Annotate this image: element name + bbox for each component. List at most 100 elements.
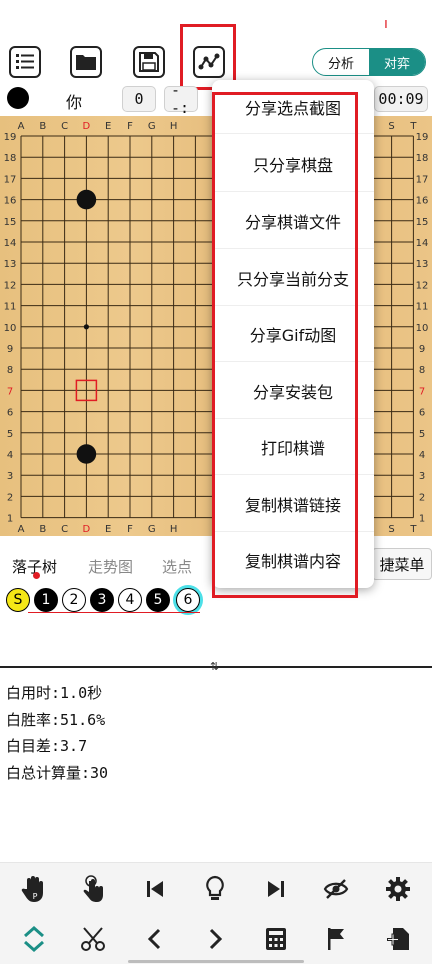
row-label: 16 — [4, 196, 17, 207]
bottom-toolbar: P — [0, 862, 432, 964]
row-label: 9 — [7, 344, 13, 355]
column-label: C — [61, 524, 68, 535]
column-label: H — [170, 524, 178, 535]
column-label: A — [18, 524, 25, 535]
mode-analysis-tab[interactable]: 分析 — [313, 49, 369, 75]
home-indicator — [128, 960, 304, 963]
add-page-button[interactable] — [384, 925, 412, 953]
skip-to-start-icon — [147, 881, 163, 897]
settings-button[interactable] — [384, 875, 412, 903]
row-label: 10 — [416, 323, 429, 334]
open-folder-button[interactable] — [70, 46, 102, 78]
row-label: 10 — [4, 323, 17, 334]
expand-collapse-button[interactable] — [20, 925, 48, 953]
captures-count: 0 — [122, 86, 156, 112]
column-label: S — [388, 121, 394, 132]
list-button[interactable] — [9, 46, 41, 78]
quick-menu-button[interactable]: 捷菜单 — [372, 548, 432, 580]
menu-copy-sgf-link[interactable]: 复制棋谱链接 — [212, 476, 374, 532]
cut-branch-button[interactable] — [79, 925, 107, 953]
next-icon — [209, 928, 223, 950]
row-label: 7 — [7, 386, 13, 397]
column-label: T — [409, 524, 417, 535]
row-label: 1 — [419, 514, 425, 525]
hide-eye-icon — [323, 879, 349, 899]
column-label: E — [105, 121, 111, 132]
row-label: 1 — [7, 514, 13, 525]
menu-share-gif[interactable]: 分享Gif动图 — [212, 306, 374, 362]
tap-mode-button[interactable] — [79, 875, 107, 903]
menu-share-board-only[interactable]: 只分享棋盘 — [212, 136, 374, 192]
stat-visits: 白总计算量:30 — [6, 763, 109, 782]
folder-icon — [76, 55, 96, 70]
skip-to-end-icon — [268, 881, 284, 897]
row-label: 5 — [7, 429, 13, 440]
previous-move-button[interactable] — [141, 925, 169, 953]
row-label: 3 — [7, 471, 13, 482]
game-timer: 00:09 — [374, 86, 428, 112]
row-label: 12 — [416, 280, 429, 291]
menu-copy-sgf-content[interactable]: 复制棋谱内容 — [212, 532, 374, 588]
column-label: F — [127, 121, 133, 132]
column-label: G — [148, 121, 156, 132]
move-node-5[interactable]: 5 — [146, 588, 170, 612]
hint-button[interactable] — [201, 875, 229, 903]
black-stone-indicator — [7, 87, 29, 109]
stat-score: 白目差:3.7 — [6, 737, 88, 755]
move-node-4[interactable]: 4 — [118, 588, 142, 612]
move-node-6[interactable]: 6 — [176, 588, 200, 612]
row-label: 5 — [419, 429, 425, 440]
move-node-2[interactable]: 2 — [62, 588, 86, 612]
tab-select-point[interactable]: 选点 — [162, 556, 192, 577]
hand-pass-icon: P — [21, 876, 43, 902]
column-label: D — [83, 121, 91, 132]
tab-trend-chart[interactable]: 走势图 — [88, 556, 133, 577]
hide-button[interactable] — [322, 875, 350, 903]
settings-gear-icon — [386, 877, 410, 901]
next-move-button[interactable] — [201, 925, 229, 953]
mode-toggle[interactable]: 分析 对弈 — [312, 48, 426, 76]
white-time-partial: --: — [164, 81, 198, 117]
menu-print-sgf[interactable]: 打印棋谱 — [212, 419, 374, 475]
row-label: 4 — [7, 450, 13, 461]
stat-winrate: 白胜率:51.6% — [6, 710, 106, 729]
move-tree-line — [28, 612, 200, 613]
row-label: 6 — [419, 408, 425, 419]
row-label: 17 — [4, 174, 17, 185]
row-label: 13 — [4, 259, 17, 270]
first-move-button[interactable] — [141, 875, 169, 903]
status-indicator: ı — [384, 16, 388, 32]
row-label: 18 — [4, 153, 17, 164]
column-label: B — [39, 121, 46, 132]
calculator-button[interactable] — [262, 925, 290, 953]
column-label: D — [83, 524, 91, 535]
mode-play-tab[interactable]: 对弈 — [369, 49, 425, 75]
move-node-1[interactable]: 1 — [34, 588, 58, 612]
star-point — [83, 324, 89, 330]
flag-icon — [328, 928, 344, 950]
last-move-button[interactable] — [262, 875, 290, 903]
resize-handle-icon[interactable]: ⇅ — [210, 660, 219, 673]
tab-active-dot — [33, 572, 40, 579]
flag-button[interactable] — [322, 925, 350, 953]
row-label: 16 — [416, 196, 429, 207]
save-button[interactable] — [133, 46, 165, 78]
column-label: C — [61, 121, 68, 132]
calculator-icon — [266, 928, 286, 950]
pass-button[interactable]: P — [20, 875, 48, 903]
row-label: 15 — [416, 217, 429, 228]
menu-share-install-package[interactable]: 分享安装包 — [212, 363, 374, 419]
analysis-stats: 白用时:1.0秒 白胜率:51.6% 白目差:3.7 白总计算量:30 — [6, 680, 108, 786]
row-label: 15 — [4, 217, 17, 228]
menu-share-sgf-file[interactable]: 分享棋谱文件 — [212, 193, 374, 249]
move-start-node[interactable]: S — [6, 588, 30, 612]
menu-share-selection-screenshot[interactable]: 分享选点截图 — [212, 80, 374, 134]
menu-share-current-branch[interactable]: 只分享当前分支 — [212, 250, 374, 306]
move-node-3[interactable]: 3 — [90, 588, 114, 612]
row-label: 3 — [419, 471, 425, 482]
row-label: 4 — [419, 450, 425, 461]
black-stone — [76, 189, 97, 210]
row-label: 8 — [7, 365, 13, 376]
hint-bulb-icon — [206, 875, 224, 900]
expand-collapse-icon — [24, 926, 44, 952]
